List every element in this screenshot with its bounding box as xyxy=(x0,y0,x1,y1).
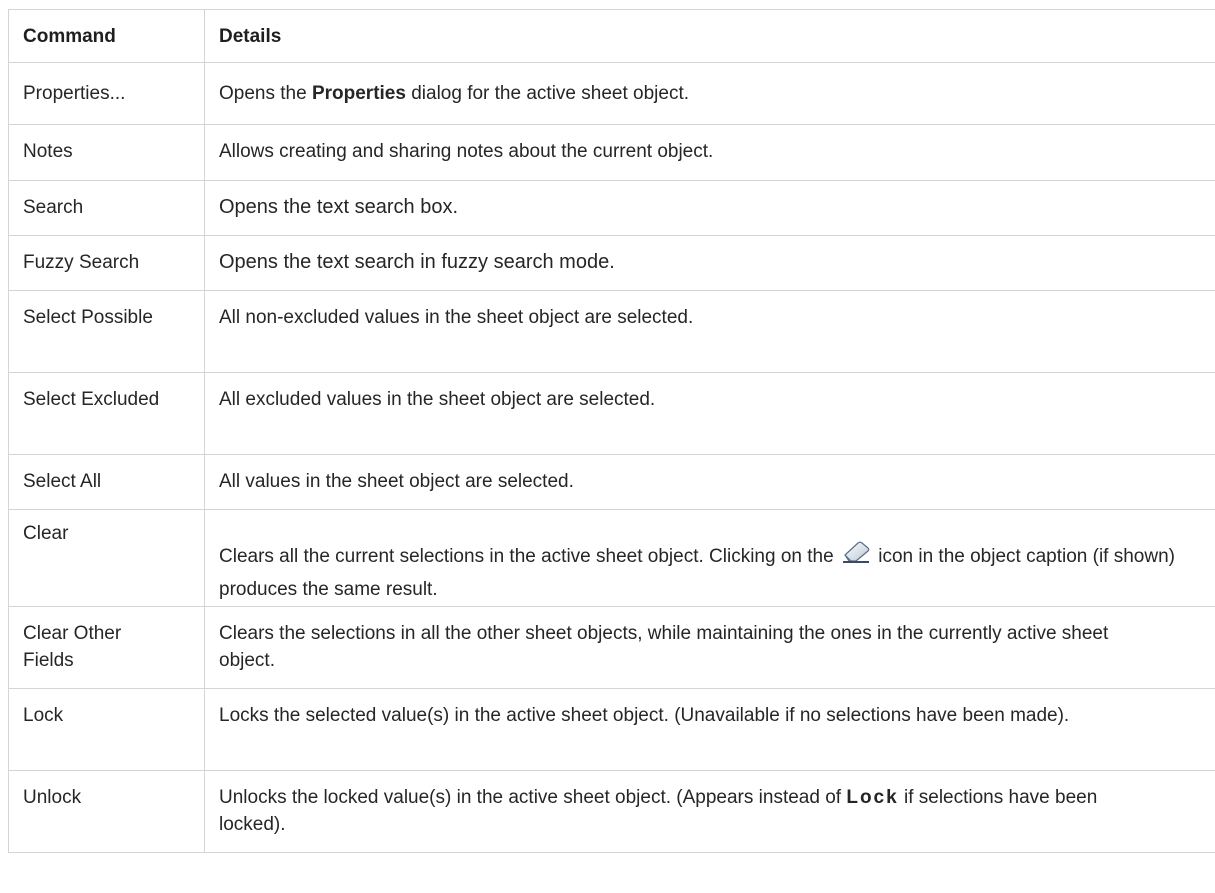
details-cell: Clears the selections in all the other s… xyxy=(204,606,1215,689)
table-row: Lock Locks the selected value(s) in the … xyxy=(8,688,1215,771)
command-cell: Clear xyxy=(8,509,205,607)
command-cell: Unlock xyxy=(8,770,205,853)
table-row: Unlock Unlocks the locked value(s) in th… xyxy=(8,770,1215,853)
details-text: Unlocks the locked value(s) in the activ… xyxy=(219,787,847,808)
table-row: Select All All values in the sheet objec… xyxy=(8,454,1215,510)
eraser-icon xyxy=(841,540,871,564)
details-cell: Locks the selected value(s) in the activ… xyxy=(204,688,1215,771)
header-command: Command xyxy=(8,9,205,63)
lock-keyword: Lock xyxy=(846,787,899,808)
details-cell: Clears all the current selections in the… xyxy=(204,509,1215,607)
properties-keyword: Properties xyxy=(311,83,406,104)
table-row: Properties... Opens the Properties dialo… xyxy=(8,62,1215,125)
command-cell: Search xyxy=(8,180,205,236)
command-cell: Select Possible xyxy=(8,290,205,373)
command-cell: Select All xyxy=(8,454,205,510)
details-cell: Opens the text search in fuzzy search mo… xyxy=(204,235,1215,291)
table-header-row: Command Details xyxy=(8,9,1215,63)
details-cell: Unlocks the locked value(s) in the activ… xyxy=(204,770,1215,853)
command-cell: Notes xyxy=(8,124,205,181)
commands-table: Command Details Properties... Opens the … xyxy=(8,9,1215,853)
command-cell: Select Excluded xyxy=(8,372,205,455)
command-cell: Lock xyxy=(8,688,205,771)
details-cell: Opens the Properties dialog for the acti… xyxy=(204,62,1215,125)
table-row: Select Excluded All excluded values in t… xyxy=(8,372,1215,455)
table-row: Notes Allows creating and sharing notes … xyxy=(8,124,1215,181)
details-cell: All excluded values in the sheet object … xyxy=(204,372,1215,455)
table-row: Clear Clears all the current selections … xyxy=(8,509,1215,607)
details-cell: All non-excluded values in the sheet obj… xyxy=(204,290,1215,373)
table-row: Select Possible All non-excluded values … xyxy=(8,290,1215,373)
details-cell: All values in the sheet object are selec… xyxy=(204,454,1215,510)
details-text: Opens the xyxy=(219,83,312,104)
details-cell: Opens the text search box. xyxy=(204,180,1215,236)
commands-table-wrapper: Command Details Properties... Opens the … xyxy=(8,9,1215,853)
command-cell: Properties... xyxy=(8,62,205,125)
table-row: Clear Other Fields Clears the selections… xyxy=(8,606,1215,689)
details-text: Clears all the current selections in the… xyxy=(219,546,839,567)
command-cell: Fuzzy Search xyxy=(8,235,205,291)
table-row: Fuzzy Search Opens the text search in fu… xyxy=(8,235,1215,291)
command-cell: Clear Other Fields xyxy=(8,606,205,689)
details-cell: Allows creating and sharing notes about … xyxy=(204,124,1215,181)
details-text: dialog for the active sheet object. xyxy=(405,83,689,104)
header-details: Details xyxy=(204,9,1215,63)
table-row: Search Opens the text search box. xyxy=(8,180,1215,236)
